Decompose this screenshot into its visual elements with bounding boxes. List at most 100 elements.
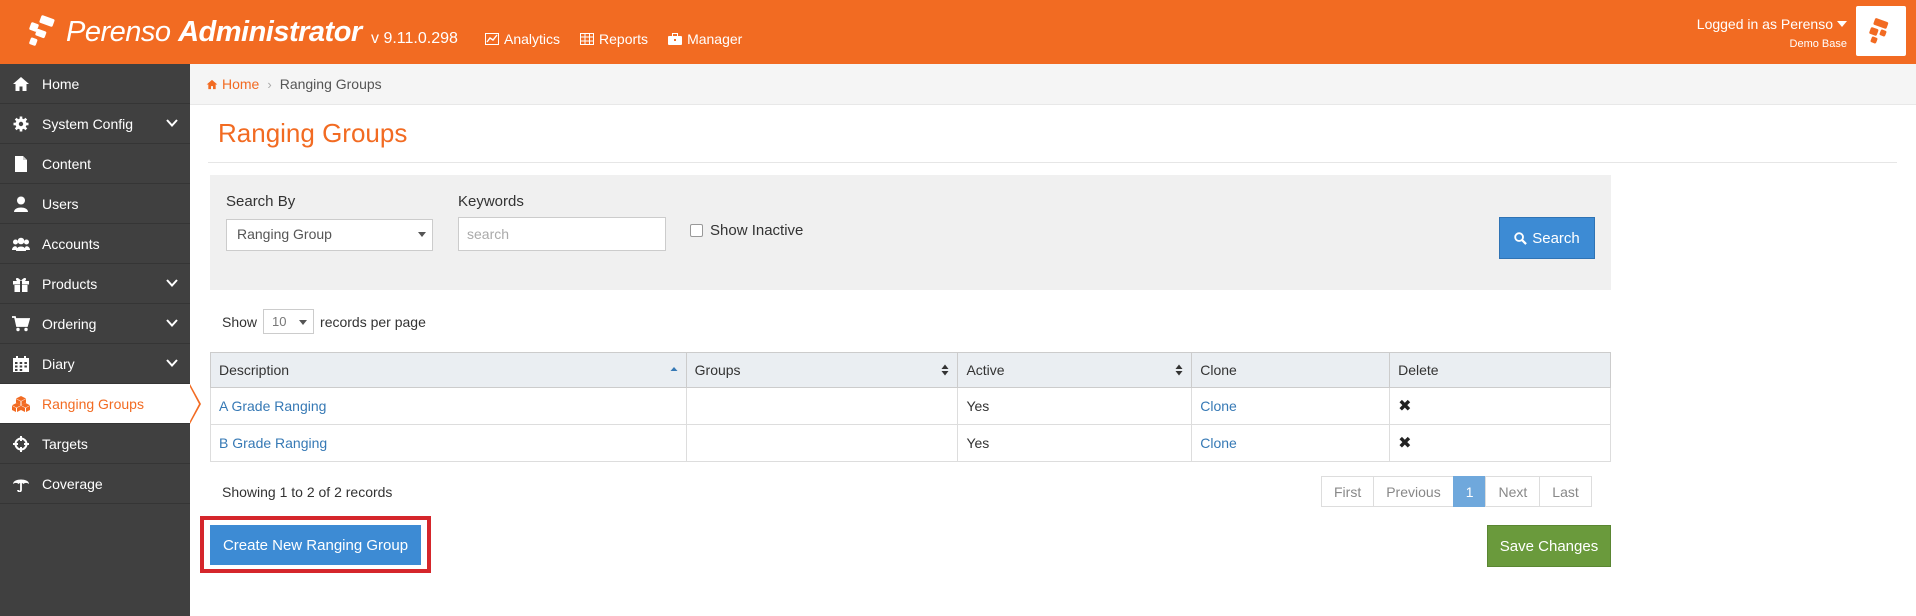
crosshairs-icon [13, 436, 29, 452]
show-inactive-checkbox[interactable] [690, 224, 703, 237]
column-header-description[interactable]: Description [210, 352, 687, 388]
topnav-reports-label: Reports [599, 31, 649, 47]
sidebar-item-coverage[interactable]: Coverage [0, 464, 190, 504]
cart-icon [12, 316, 30, 332]
title-divider [208, 162, 1897, 163]
logged-in-label: Logged in as Perenso [1696, 16, 1833, 32]
search-by-label: Search By [226, 193, 296, 210]
pagination-last[interactable]: Last [1539, 476, 1592, 507]
logo-text-bold: Administrator [178, 15, 362, 48]
sidebar-item-ranging-groups[interactable]: Ranging Groups [0, 384, 201, 424]
top-bar: Perenso Administrator v 9.11.0.298 Analy… [0, 0, 1916, 64]
breadcrumb-separator-icon: › [267, 76, 272, 92]
caret-down-icon [418, 232, 426, 237]
topnav-manager-label: Manager [687, 31, 743, 47]
chevron-down-icon [166, 359, 178, 367]
sort-asc-icon [670, 367, 678, 371]
search-button[interactable]: Search [1499, 217, 1595, 259]
sidebar-item-home[interactable]: Home [0, 64, 190, 104]
column-header-label: Delete [1398, 362, 1439, 378]
keywords-label: Keywords [458, 193, 524, 210]
sidebar-item-products[interactable]: Products [0, 264, 190, 304]
column-header-label: Active [966, 362, 1005, 378]
chart-icon [485, 33, 499, 45]
cubes-icon [12, 396, 30, 412]
topnav-analytics[interactable]: Analytics [485, 31, 560, 47]
home-icon [206, 79, 218, 89]
topnav-reports[interactable]: Reports [580, 31, 648, 47]
sidebar-item-accounts[interactable]: Accounts [0, 224, 190, 264]
umbrella-icon [13, 479, 29, 492]
records-per-page: Show 10 records per page [222, 309, 426, 334]
sidebar-item-content[interactable]: Content [0, 144, 190, 184]
show-inactive-label: Show Inactive [710, 222, 804, 239]
calendar-icon [13, 356, 29, 372]
column-header-groups[interactable]: Groups [685, 352, 959, 388]
briefcase-icon [668, 33, 683, 45]
pagination-first[interactable]: First [1321, 476, 1375, 507]
search-icon [1514, 231, 1528, 245]
topnav-analytics-label: Analytics [504, 31, 561, 47]
sidebar-item-label: Accounts [42, 236, 100, 252]
sidebar-item-ordering[interactable]: Ordering [0, 304, 190, 344]
sort-icon [941, 364, 949, 376]
version-label: v 9.11.0.298 [371, 30, 458, 47]
sidebar-item-label: Ranging Groups [42, 396, 144, 412]
logo-text-light: Perenso [66, 15, 171, 48]
table-row: B Grade Ranging Yes Clone ✖ [210, 424, 1611, 462]
records-per-page-value: 10 [272, 314, 287, 329]
sidebar-item-system-config[interactable]: System Config [0, 104, 190, 144]
sidebar-item-label: Home [42, 76, 80, 92]
keywords-input[interactable] [458, 217, 666, 251]
row-active: Yes [957, 387, 1193, 425]
records-per-page-select[interactable]: 10 [263, 309, 315, 334]
delete-icon[interactable]: ✖ [1398, 435, 1411, 452]
pagination-page-current[interactable]: 1 [1452, 476, 1487, 507]
search-button-label: Search [1532, 229, 1580, 247]
row-description-link[interactable]: A Grade Ranging [210, 387, 687, 425]
caret-down-icon [299, 320, 308, 325]
gift-icon [13, 277, 29, 292]
column-header-label: Clone [1200, 362, 1237, 378]
search-by-select[interactable]: Ranging Group [226, 219, 433, 251]
column-header-active[interactable]: Active [957, 352, 1193, 388]
breadcrumb-current: Ranging Groups [279, 76, 382, 92]
app-logo[interactable]: Perenso Administrator [24, 10, 362, 54]
user-menu[interactable]: Logged in as Perenso Demo Base [1697, 14, 1847, 54]
row-delete-cell: ✖ [1389, 387, 1611, 425]
row-description-link[interactable]: B Grade Ranging [210, 424, 687, 462]
sidebar-item-diary[interactable]: Diary [0, 344, 190, 384]
file-icon [15, 156, 27, 172]
sidebar-item-label: Products [42, 276, 98, 292]
gear-icon [13, 116, 29, 132]
create-new-ranging-group-button[interactable]: Create New Ranging Group [210, 525, 421, 565]
sidebar-item-users[interactable]: Users [0, 184, 190, 224]
sidebar-item-label: Content [42, 156, 92, 172]
sidebar-item-label: Coverage [42, 476, 103, 492]
save-changes-button[interactable]: Save Changes [1487, 525, 1611, 567]
show-label: Show [222, 313, 258, 330]
sidebar-item-label: Diary [42, 356, 75, 372]
pagination-previous[interactable]: Previous [1373, 476, 1454, 507]
search-by-value: Ranging Group [237, 226, 332, 242]
breadcrumb-home-link[interactable]: Home [206, 76, 259, 92]
row-groups [685, 424, 959, 462]
sidebar-item-label: Ordering [42, 316, 97, 332]
table-header-row: Description Groups Active Clone Delete [210, 352, 1611, 388]
pagination-next[interactable]: Next [1485, 476, 1541, 507]
column-header-delete: Delete [1389, 352, 1611, 388]
sidebar-item-label: Users [42, 196, 79, 212]
chevron-down-icon [166, 319, 178, 327]
topnav-manager[interactable]: Manager [668, 31, 742, 47]
avatar[interactable] [1856, 6, 1906, 56]
sidebar-item-targets[interactable]: Targets [0, 424, 190, 464]
perenso-logo-icon [1869, 18, 1889, 44]
breadcrumb-bar: Home › Ranging Groups [190, 64, 1916, 105]
table-icon [580, 33, 595, 45]
sidebar-item-label: System Config [42, 116, 134, 132]
row-active: Yes [957, 424, 1193, 462]
caret-down-icon [1837, 21, 1847, 27]
row-clone-link[interactable]: Clone [1191, 424, 1391, 462]
row-clone-link[interactable]: Clone [1191, 387, 1391, 425]
delete-icon[interactable]: ✖ [1398, 398, 1411, 415]
